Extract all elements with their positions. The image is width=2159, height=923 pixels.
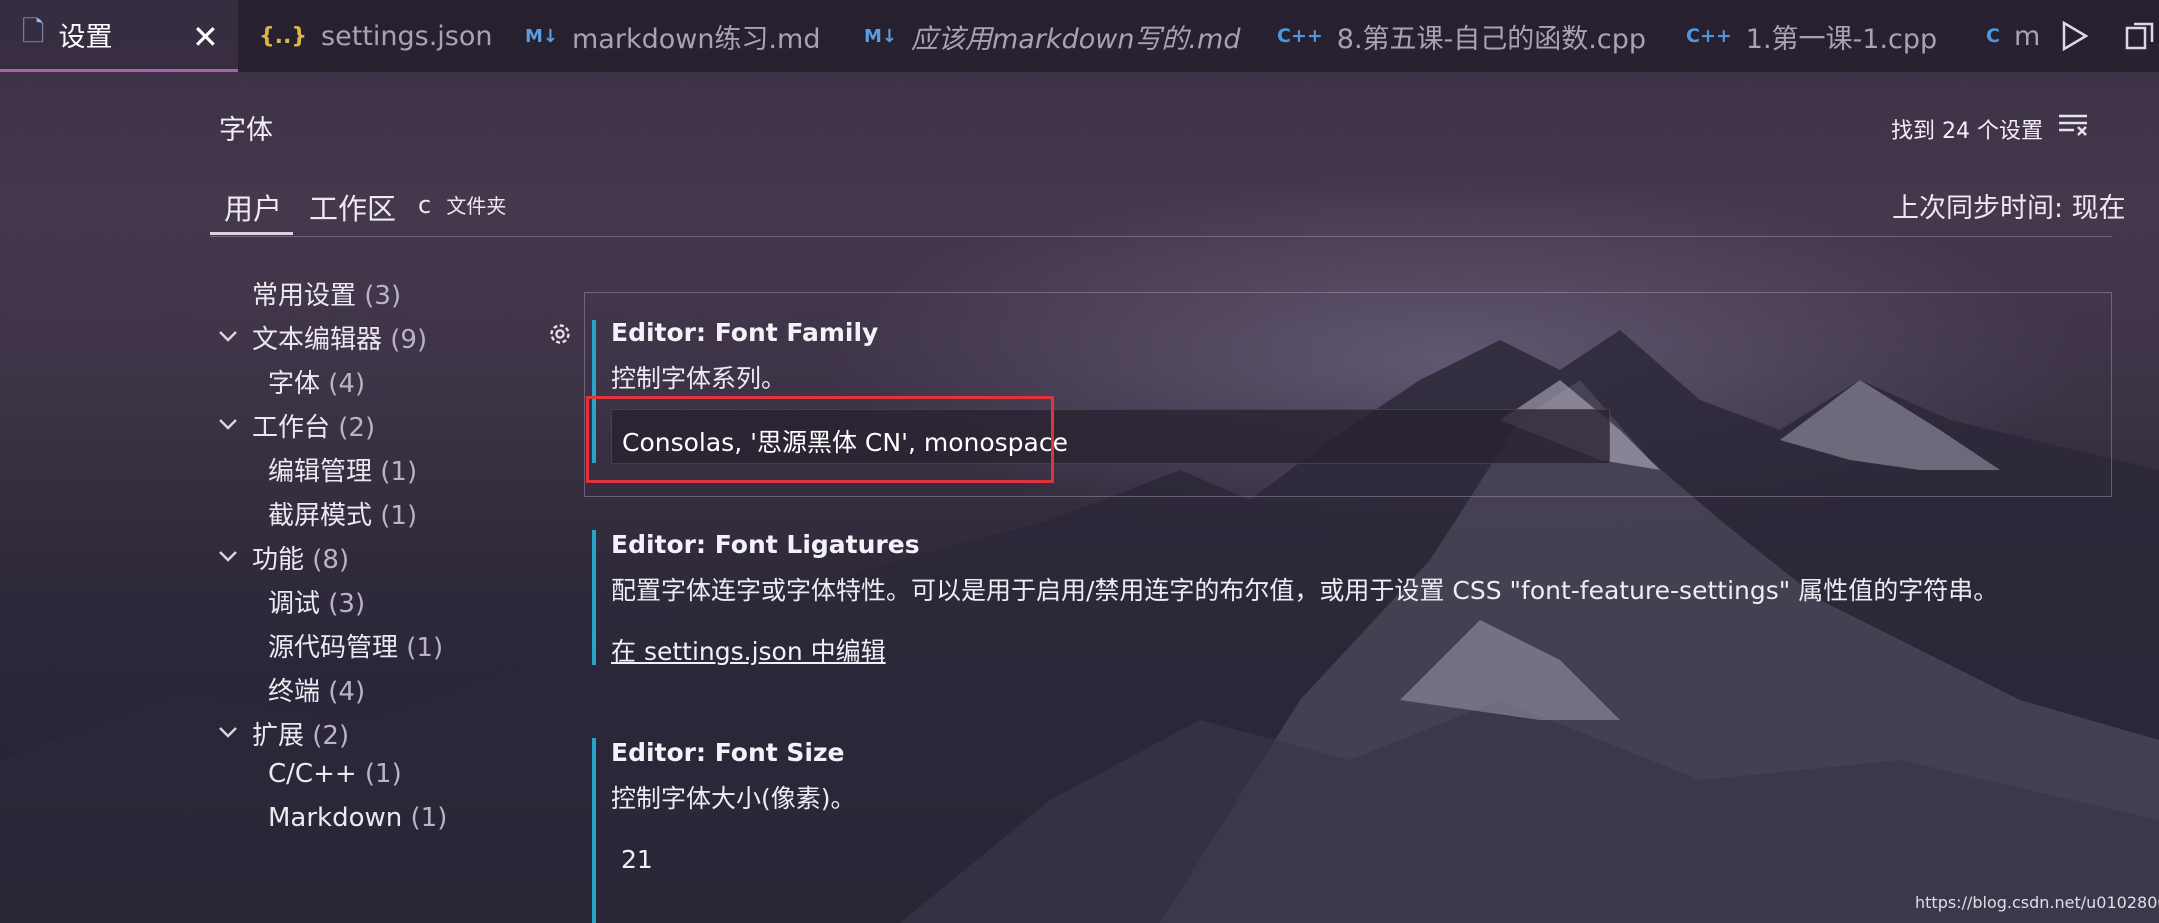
chevron-down-icon[interactable] <box>218 725 238 739</box>
tab-cpp-more[interactable]: C m <box>1986 0 2044 72</box>
toc-label: 编辑管理 <box>268 457 373 487</box>
results-count: 找到 24 个设置 <box>1891 119 2043 144</box>
toc-count: (1) <box>380 501 418 531</box>
toc-label: 调试 <box>268 589 321 619</box>
toc-count: (4) <box>328 369 366 399</box>
toc-label: 源代码管理 <box>268 633 399 663</box>
toc-label: Markdown <box>268 803 403 833</box>
search-title: 字体 <box>219 115 273 146</box>
tab-markdown-should[interactable]: M↓ 应该用markdown写的.md <box>864 0 1240 72</box>
tab-label: m <box>2013 20 2041 52</box>
tab-bar: 🗋 设置 ✕ {..} settings.json M↓ markdown练习.… <box>0 0 2159 72</box>
tab-folder-scope[interactable]: c 文件夹 <box>418 186 506 220</box>
tab-settings-json[interactable]: {..} settings.json <box>259 0 493 72</box>
toc-item[interactable]: 终端 (4) <box>268 671 365 708</box>
toc-label: 扩展 <box>252 721 305 751</box>
tab-label: markdown练习.md <box>572 23 821 55</box>
toc-count: (1) <box>364 759 402 789</box>
toc-label: 工作台 <box>252 413 331 443</box>
toc-item[interactable]: Markdown (1) <box>268 803 447 833</box>
tab-markdown-practice[interactable]: M↓ markdown练习.md <box>525 0 820 72</box>
tab-label: 1.第一课-1.cpp <box>1745 23 1938 55</box>
modified-indicator <box>592 738 596 923</box>
json-icon: {..} <box>259 23 308 49</box>
toc-item[interactable]: 文本编辑器 (9) <box>252 319 427 356</box>
active-scope-indicator <box>210 232 293 235</box>
toc-label: 功能 <box>252 545 305 575</box>
setting-description: 控制字体系列。 <box>611 364 787 393</box>
toc-label: 字体 <box>268 369 321 399</box>
run-icon[interactable] <box>2060 20 2090 52</box>
setting-title: Editor: Font Ligatures <box>611 530 920 559</box>
toc-item[interactable]: 扩展 (2) <box>252 715 349 752</box>
edit-in-settings-json-link[interactable]: 在 settings.json 中编辑 <box>611 632 886 668</box>
setting-description: 控制字体大小(像素)。 <box>611 784 856 813</box>
toc-item[interactable]: 调试 (3) <box>268 583 365 620</box>
close-icon[interactable]: ✕ <box>192 18 219 56</box>
watermark: https://blog.csdn.net/u010280030 <box>1915 893 2159 912</box>
chevron-down-icon[interactable] <box>218 329 238 343</box>
chevron-down-icon[interactable] <box>218 549 238 563</box>
tab-user-scope[interactable]: 用户 <box>224 186 282 228</box>
sync-status: 上次同步时间: 现在 <box>1892 193 2126 224</box>
toc-item[interactable]: 工作台 (2) <box>252 407 375 444</box>
toc-item[interactable]: 功能 (8) <box>252 539 349 576</box>
tab-label: 设置 <box>58 22 113 53</box>
setting-title: Editor: Font Size <box>611 738 845 767</box>
toc-count: (8) <box>312 545 350 575</box>
file-icon: 🗋 <box>22 14 45 48</box>
toc-count: (9) <box>390 325 428 355</box>
toc-count: (3) <box>364 281 402 311</box>
toc-item[interactable]: 字体 (4) <box>268 363 365 400</box>
cpp-icon: C++ <box>1686 25 1732 47</box>
toc-count: (1) <box>406 633 444 663</box>
clear-filter-icon[interactable] <box>2058 113 2088 137</box>
tab-workspace-scope[interactable]: 工作区 <box>309 186 396 228</box>
tab-label: 8.第五课-自己的函数.cpp <box>1336 23 1647 55</box>
toc-count: (2) <box>338 413 376 443</box>
toc-count: (2) <box>312 721 350 751</box>
setting-title: Editor: Font Family <box>611 318 879 347</box>
toc-label: 截屏模式 <box>268 501 373 531</box>
gear-icon[interactable] <box>546 320 574 348</box>
markdown-icon: M↓ <box>525 25 558 47</box>
toc-item[interactable]: C/C++ (1) <box>268 759 402 789</box>
tab-cpp-lesson5[interactable]: C++ 8.第五课-自己的函数.cpp <box>1277 0 1646 72</box>
toc-label: 常用设置 <box>252 281 357 311</box>
toc-item[interactable]: 截屏模式 (1) <box>268 495 417 532</box>
tab-label: 应该用markdown写的.md <box>911 23 1241 55</box>
cpp-icon: C <box>1986 25 2000 47</box>
font-size-input[interactable]: 21 <box>621 845 653 874</box>
toc-count: (1) <box>380 457 418 487</box>
toc-count: (3) <box>328 589 366 619</box>
toc-count: (4) <box>328 677 366 707</box>
folder-scope-label: 文件夹 <box>446 194 507 218</box>
toc-label: C/C++ <box>268 759 357 789</box>
markdown-icon: M↓ <box>864 25 897 47</box>
tab-label: settings.json <box>321 20 493 52</box>
toc-label: 终端 <box>268 677 321 707</box>
toc-count: (1) <box>410 803 448 833</box>
split-editor-icon[interactable] <box>2124 20 2156 52</box>
toc-item[interactable]: 常用设置 (3) <box>252 275 401 312</box>
highlight-annotation-box <box>586 396 1054 483</box>
chevron-down-icon[interactable] <box>218 417 238 431</box>
folder-scope-letter: c <box>418 191 432 219</box>
scope-divider <box>210 236 2112 237</box>
tab-cpp-lesson1[interactable]: C++ 1.第一课-1.cpp <box>1686 0 1937 72</box>
toc-item[interactable]: 编辑管理 (1) <box>268 451 417 488</box>
toc-label: 文本编辑器 <box>252 325 383 355</box>
toc-item[interactable]: 源代码管理 (1) <box>268 627 443 664</box>
modified-indicator <box>592 530 596 665</box>
cpp-icon: C++ <box>1277 25 1323 47</box>
setting-description: 配置字体连字或字体特性。可以是用于启用/禁用连字的布尔值，或用于设置 CSS "… <box>611 576 1999 605</box>
